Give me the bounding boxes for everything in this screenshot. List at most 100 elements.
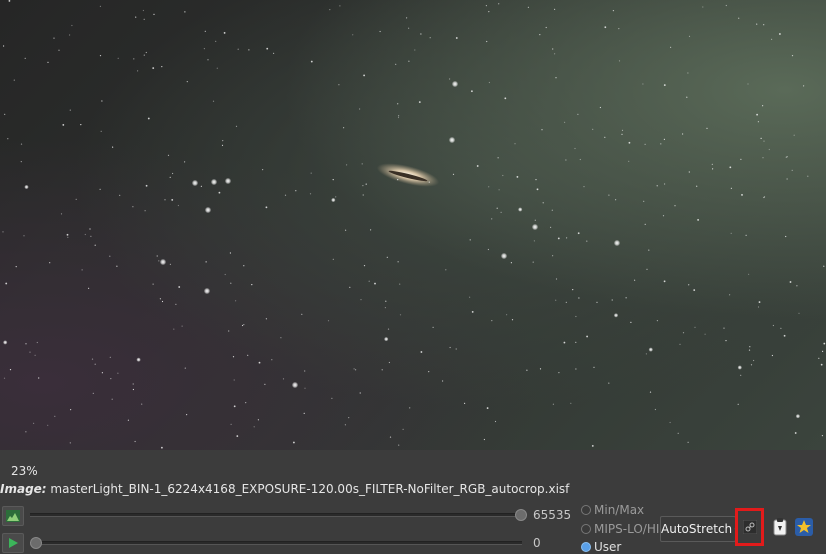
star: [346, 164, 348, 166]
star: [693, 288, 696, 292]
star: [586, 240, 588, 242]
star: [577, 113, 579, 115]
star: [359, 108, 361, 110]
radio-user-indicator[interactable]: [581, 542, 591, 552]
star: [49, 262, 51, 264]
radio-minmax-indicator[interactable]: [581, 505, 591, 515]
bright-star: [204, 206, 212, 214]
star: [796, 285, 798, 287]
star: [618, 28, 620, 30]
star: [820, 363, 823, 366]
star: [101, 372, 103, 374]
star: [304, 370, 306, 372]
star: [628, 160, 630, 162]
radio-mips-indicator[interactable]: [581, 524, 591, 534]
star: [762, 105, 764, 107]
histogram-button[interactable]: [2, 506, 24, 526]
star: [362, 74, 366, 77]
star: [552, 48, 554, 50]
star: [265, 206, 268, 209]
star: [232, 356, 235, 358]
star: [229, 252, 231, 254]
max-slider-track[interactable]: [30, 513, 522, 517]
star: [768, 148, 770, 151]
bright-star: [291, 381, 299, 389]
star: [144, 210, 146, 212]
star: [381, 369, 383, 371]
star: [284, 194, 287, 196]
star: [455, 36, 458, 40]
radio-minmax[interactable]: Min/Max: [581, 503, 644, 517]
star: [173, 328, 175, 330]
star: [688, 35, 691, 38]
star: [373, 282, 377, 285]
star: [243, 324, 245, 326]
star: [386, 256, 388, 258]
star: [772, 324, 775, 327]
star: [725, 340, 727, 342]
star: [353, 368, 355, 370]
star: [533, 240, 536, 242]
star: [53, 37, 55, 39]
stretch-mode-dropdown[interactable]: AutoStretch: [660, 516, 736, 542]
star: [92, 392, 94, 394]
play-button[interactable]: [2, 533, 24, 553]
star: [69, 109, 71, 111]
star: [389, 436, 392, 438]
star: [821, 435, 824, 437]
star: [687, 72, 689, 74]
star: [117, 372, 119, 374]
histogram-icon: [6, 510, 20, 522]
bright-star: [203, 287, 211, 295]
star: [740, 158, 742, 160]
max-slider-handle[interactable]: [515, 509, 527, 521]
star: [574, 147, 576, 150]
star: [780, 327, 782, 329]
star: [670, 46, 672, 48]
star: [67, 236, 69, 238]
star: [542, 202, 544, 204]
galaxy: [376, 163, 440, 187]
star: [592, 128, 594, 130]
star-button[interactable]: [794, 517, 814, 537]
star: [526, 369, 528, 371]
bright-star: [191, 179, 199, 187]
image-filename-row: Image: masterLight_BIN-1_6224x4168_EXPOS…: [0, 482, 569, 496]
star: [471, 310, 474, 314]
star: [470, 90, 474, 93]
star: [212, 100, 215, 102]
bright-star: [224, 177, 232, 185]
star: [363, 265, 366, 267]
star: [178, 285, 181, 289]
star: [604, 26, 607, 29]
star: [101, 100, 103, 102]
star: [487, 248, 489, 251]
star: [301, 313, 303, 315]
star: [486, 406, 489, 410]
min-slider-handle[interactable]: [30, 537, 42, 549]
star: [686, 96, 688, 98]
image-viewer[interactable]: [0, 0, 826, 450]
star: [258, 361, 261, 364]
stretch-mode-value: AutoStretch: [661, 522, 733, 536]
star: [116, 265, 118, 267]
star: [625, 297, 627, 299]
min-slider-track[interactable]: [30, 541, 522, 545]
star: [498, 3, 500, 5]
star: [216, 67, 218, 69]
star: [161, 300, 164, 303]
star: [132, 388, 134, 391]
clipboard-button[interactable]: [770, 517, 790, 537]
star: [94, 244, 96, 246]
radio-mips[interactable]: MIPS-LO/HI: [581, 522, 659, 536]
star: [663, 280, 666, 283]
star: [271, 359, 273, 361]
star: [338, 84, 340, 86]
highlight-box: [735, 508, 764, 546]
radio-user[interactable]: User: [581, 540, 621, 554]
star: [575, 368, 577, 370]
star: [469, 296, 471, 298]
star: [649, 391, 652, 393]
star: [565, 301, 567, 303]
clipboard-icon: [773, 518, 787, 536]
